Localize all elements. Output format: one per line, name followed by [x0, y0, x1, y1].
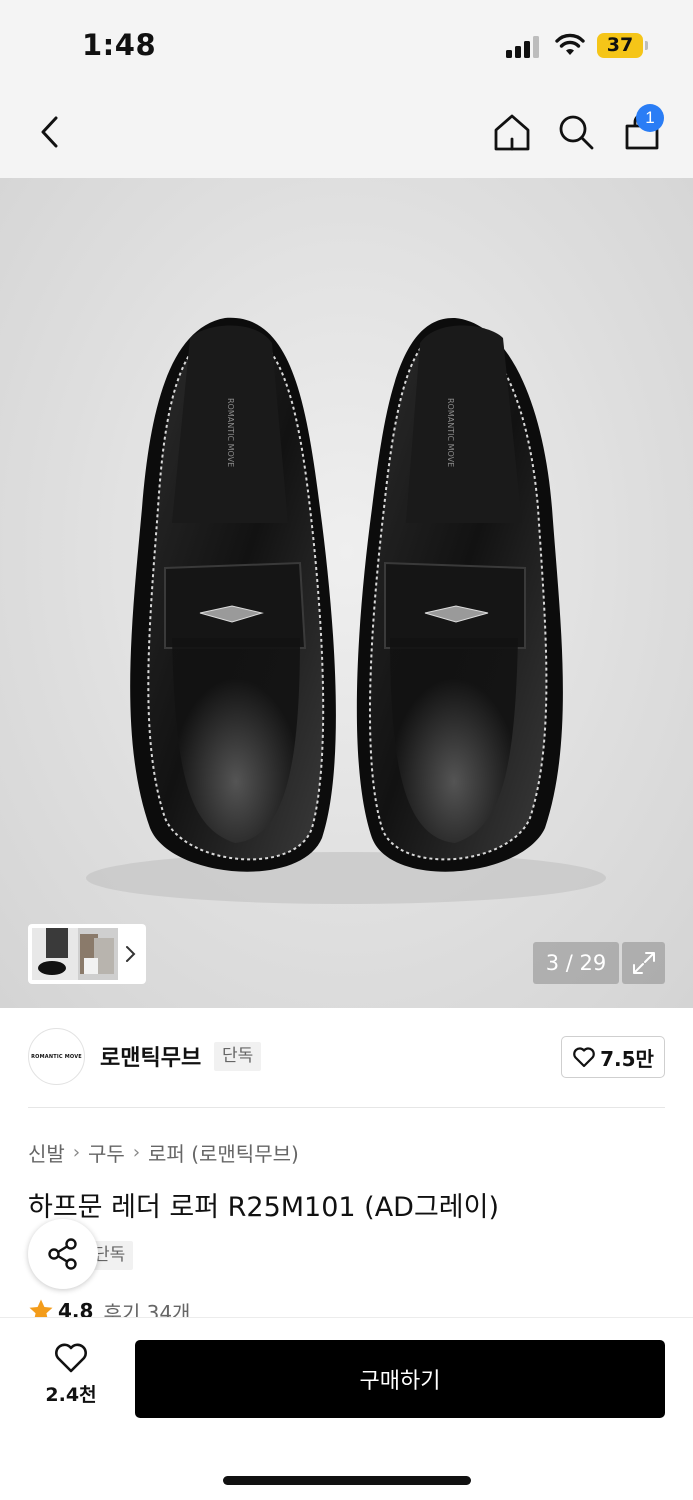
brand-like-count: 7.5만 — [600, 1046, 654, 1071]
expand-gallery-button[interactable] — [622, 942, 665, 984]
back-button[interactable] — [28, 110, 72, 154]
battery-indicator: 37 — [597, 33, 643, 58]
home-button[interactable] — [488, 108, 536, 156]
top-nav-bar — [0, 90, 693, 178]
wishlist-count: 2.4천 — [45, 1384, 97, 1406]
expand-icon — [632, 952, 655, 974]
gallery-page-indicator: 3 / 29 — [533, 942, 619, 984]
status-time: 1:48 — [82, 28, 157, 62]
home-icon — [494, 114, 530, 151]
chevron-right-icon — [126, 946, 136, 962]
wishlist-button[interactable]: 2.4천 — [30, 1342, 112, 1418]
breadcrumb-item-loafers[interactable]: 로퍼 (로맨틱무브) — [148, 1138, 299, 1167]
product-image[interactable]: ROMANTIC MOVE ROMANTIC MOVE — [0, 178, 693, 1008]
brand-exclusive-tag: 단독 — [214, 1042, 262, 1071]
divider — [28, 1107, 665, 1108]
heart-icon — [573, 1047, 595, 1068]
search-icon — [559, 115, 594, 150]
chevron-right-icon: › — [132, 1142, 141, 1163]
status-bar: 1:48 37 — [0, 0, 693, 90]
breadcrumb-item-shoes[interactable]: 신발 — [28, 1138, 65, 1167]
breadcrumb-item-dress-shoes[interactable]: 구두 — [88, 1138, 125, 1167]
battery-cap — [645, 41, 648, 50]
search-button[interactable] — [552, 108, 600, 156]
chevron-right-icon: › — [72, 1142, 81, 1163]
back-icon — [41, 116, 58, 148]
wifi-icon — [555, 33, 585, 55]
heart-icon — [55, 1343, 87, 1373]
loafer-shoes-image: ROMANTIC MOVE ROMANTIC MOVE — [86, 317, 606, 904]
shoe-brand-print-right: ROMANTIC MOVE — [446, 398, 455, 467]
brand-logo[interactable]: ROMANTIC MOVE — [28, 1028, 85, 1085]
brand-name[interactable]: 로맨틱무브 — [100, 1040, 201, 1072]
shoe-brand-print-left: ROMANTIC MOVE — [226, 398, 235, 467]
cart-count-badge: 1 — [636, 104, 664, 132]
breadcrumb: 신발 › 구두 › 로퍼 (로맨틱무브) — [28, 1138, 299, 1167]
cellular-signal-icon — [506, 36, 542, 58]
thumbnail-strip[interactable] — [28, 924, 146, 984]
share-icon — [48, 1238, 77, 1270]
buy-button[interactable]: 구매하기 — [135, 1340, 665, 1418]
home-indicator — [223, 1476, 471, 1485]
brand-like-button[interactable]: 7.5만 — [561, 1036, 665, 1078]
thumbnail-image — [32, 928, 118, 980]
share-button[interactable] — [28, 1219, 98, 1289]
product-title: 하프문 레더 로퍼 R25M101 (AD그레이) — [28, 1192, 500, 1223]
